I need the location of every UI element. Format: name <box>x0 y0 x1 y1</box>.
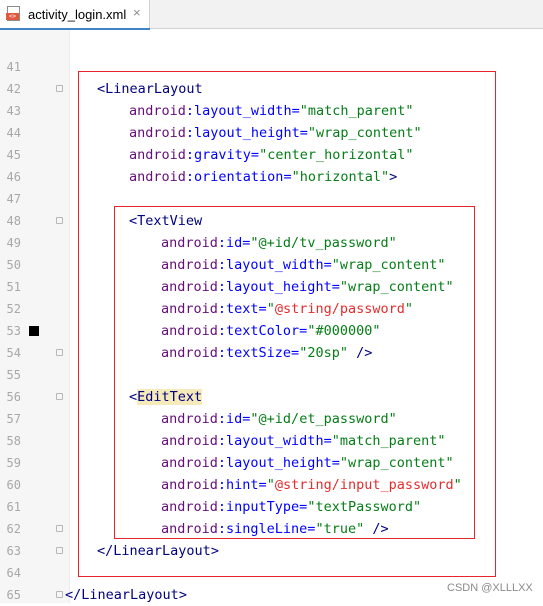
code-token: > <box>178 587 187 603</box>
line-number: 63 <box>6 544 21 558</box>
line-number: 47 <box>6 192 21 206</box>
close-tab-icon[interactable]: × <box>133 5 141 20</box>
line-number: 64 <box>6 566 21 580</box>
line-number: 46 <box>6 170 21 184</box>
line-number: 59 <box>6 456 21 470</box>
fold-marker-icon[interactable] <box>56 525 63 532</box>
line-number: 51 <box>6 280 21 294</box>
line-number: 44 <box>6 126 21 140</box>
line-number: 45 <box>6 148 21 162</box>
bookmark-icon[interactable] <box>29 326 39 336</box>
line-number: 42 <box>6 82 21 96</box>
fold-marker-icon[interactable] <box>56 217 63 224</box>
line-number: 52 <box>6 302 21 316</box>
fold-marker-icon[interactable] <box>56 547 63 554</box>
line-number: 55 <box>6 368 21 382</box>
editor-tab-bar: <> activity_login.xml × <box>0 0 543 30</box>
xml-file-icon-tag: <> <box>6 13 19 20</box>
file-tab[interactable]: <> activity_login.xml × <box>0 0 150 30</box>
line-number: 41 <box>6 60 21 74</box>
fold-marker-icon[interactable] <box>56 85 63 92</box>
file-tab-title: activity_login.xml <box>28 7 127 22</box>
line-number: 56 <box>6 390 21 404</box>
watermark: CSDN @XLLLXX <box>447 582 533 594</box>
line-number: 50 <box>6 258 21 272</box>
code-token: </ <box>65 587 82 603</box>
fold-marker-icon[interactable] <box>56 591 63 598</box>
line-number: 61 <box>6 500 21 514</box>
xml-file-icon: <> <box>6 6 20 21</box>
line-number: 57 <box>6 412 21 426</box>
fold-marker-icon[interactable] <box>56 349 63 356</box>
line-number: 49 <box>6 236 21 250</box>
line-number: 43 <box>6 104 21 118</box>
line-number: 53 <box>6 324 21 338</box>
line-number: 58 <box>6 434 21 448</box>
inner-views-highlight-box <box>114 206 475 539</box>
code-token: LinearLayout <box>81 587 179 603</box>
fold-marker-icon[interactable] <box>56 393 63 400</box>
line-number: 54 <box>6 346 21 360</box>
line-number: 48 <box>6 214 21 228</box>
line-number: 62 <box>6 522 21 536</box>
line-number: 60 <box>6 478 21 492</box>
